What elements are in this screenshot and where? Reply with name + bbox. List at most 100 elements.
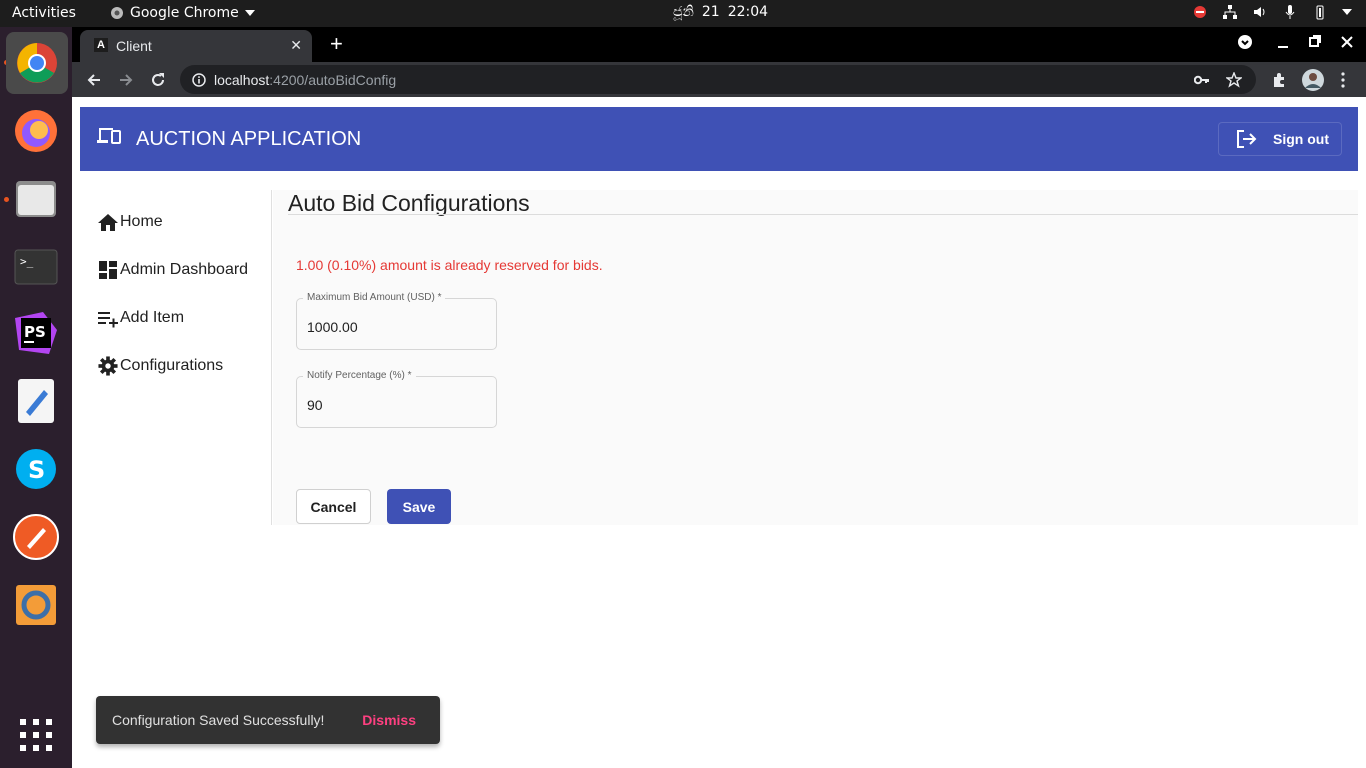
- angular-favicon-icon: A: [94, 38, 108, 52]
- system-tray[interactable]: [1192, 4, 1352, 20]
- postman-logo-icon: [13, 514, 59, 560]
- close-window-icon[interactable]: [1340, 34, 1354, 50]
- address-bar[interactable]: localhost:4200/autoBidConfig: [180, 65, 1256, 94]
- kebab-menu-icon[interactable]: [1340, 72, 1346, 88]
- new-tab-icon[interactable]: +: [330, 31, 343, 57]
- arrow-right-icon: [120, 74, 133, 86]
- back-button[interactable]: [82, 68, 106, 92]
- url-text: localhost:4200/autoBidConfig: [214, 72, 396, 88]
- terminal-logo-icon: >_: [14, 249, 58, 285]
- clock-date: ජූනි: [673, 4, 694, 20]
- grid-icon: [20, 719, 52, 751]
- logout-icon: [1237, 130, 1257, 148]
- dismiss-button[interactable]: Dismiss: [362, 712, 416, 728]
- clock-day: 21: [701, 4, 720, 20]
- nav-item-label: Configurations: [120, 357, 224, 374]
- tab-title: Client: [116, 38, 152, 54]
- title-divider: [288, 214, 1358, 215]
- profile-avatar[interactable]: [1301, 68, 1325, 92]
- chrome-logo-icon: [17, 43, 57, 83]
- nav-item-home[interactable]: Home: [97, 210, 163, 234]
- reload-button[interactable]: [146, 68, 170, 92]
- skype-icon[interactable]: S: [12, 445, 60, 493]
- chevron-down-icon: [244, 10, 255, 16]
- text-editor-logo-icon: [18, 379, 54, 423]
- svg-text:PS: PS: [24, 323, 46, 341]
- gear-icon: [98, 356, 118, 376]
- notify-percentage-input[interactable]: [307, 397, 477, 413]
- cancel-button[interactable]: Cancel: [296, 489, 371, 524]
- url-path: :4200/autoBidConfig: [269, 72, 397, 88]
- notify-percentage-label: Notify Percentage (%) *: [303, 370, 416, 381]
- chrome-icon[interactable]: [6, 32, 68, 94]
- clock-time: 22:04: [727, 4, 769, 20]
- svg-text:>_: >_: [20, 255, 34, 268]
- arrow-left-icon: [87, 74, 100, 86]
- minimize-icon[interactable]: [1276, 34, 1290, 50]
- snackbar-message: Configuration Saved Successfully!: [112, 712, 325, 728]
- app-menu[interactable]: Google Chrome: [110, 5, 255, 21]
- nav-item-add-item[interactable]: Add Item: [97, 306, 184, 330]
- merge-logo-icon: [16, 585, 56, 625]
- browser-toolbar: localhost:4200/autoBidConfig: [72, 62, 1366, 97]
- running-indicator: [4, 197, 9, 202]
- postman-icon[interactable]: [12, 513, 60, 561]
- nav-item-label: Add Item: [120, 309, 185, 326]
- nav-item-label: Home: [120, 213, 163, 230]
- nav-item-admin-dashboard[interactable]: Admin Dashboard: [97, 258, 248, 282]
- text-editor-icon[interactable]: [12, 377, 60, 425]
- max-bid-amount-label: Maximum Bid Amount (USD) *: [303, 292, 446, 303]
- key-icon[interactable]: [1194, 73, 1210, 87]
- sign-out-button[interactable]: Sign out: [1218, 122, 1342, 156]
- sign-out-label: Sign out: [1273, 131, 1329, 147]
- notify-percentage-field[interactable]: Notify Percentage (%) *: [296, 370, 497, 428]
- files-icon[interactable]: [12, 175, 60, 223]
- url-host: localhost: [214, 72, 270, 88]
- page-title: Auto Bid Configurations: [288, 190, 530, 216]
- tab-search-icon[interactable]: [1237, 34, 1253, 50]
- devices-icon: [97, 128, 121, 144]
- svg-text:S: S: [28, 456, 45, 484]
- system-menu-chevron-icon: [1342, 9, 1352, 15]
- browser-tab-strip: A Client ✕ +: [72, 27, 1366, 62]
- skype-logo-icon: S: [16, 449, 56, 489]
- battery-icon: [1316, 5, 1324, 20]
- record-indicator-icon: [1194, 6, 1206, 18]
- phpstorm-icon[interactable]: PS: [12, 309, 60, 357]
- terminal-icon[interactable]: >_: [12, 243, 60, 291]
- max-bid-amount-input[interactable]: [307, 319, 477, 335]
- forward-button[interactable]: [114, 68, 138, 92]
- sublime-merge-icon[interactable]: [12, 581, 60, 629]
- network-icon: [1223, 5, 1237, 19]
- max-bid-amount-field[interactable]: Maximum Bid Amount (USD) *: [296, 292, 497, 350]
- extensions-puzzle-icon[interactable]: [1271, 72, 1287, 88]
- app-toolbar: AUCTION APPLICATION Sign out: [80, 107, 1358, 171]
- volume-icon: [1254, 7, 1265, 17]
- microphone-icon: [1285, 5, 1295, 19]
- close-tab-icon[interactable]: ✕: [290, 37, 302, 54]
- clock[interactable]: ජූනි 21 22:04: [673, 4, 768, 20]
- restore-icon[interactable]: [1308, 34, 1322, 50]
- browser-tab[interactable]: A Client ✕: [80, 30, 312, 62]
- side-navigation: Home Admin Dashboard Add Item Configurat…: [80, 190, 272, 525]
- nav-item-label: Admin Dashboard: [120, 261, 249, 278]
- activities-button[interactable]: Activities: [12, 5, 76, 21]
- home-icon: [98, 214, 118, 231]
- dock: >_ PS S: [0, 27, 72, 768]
- bookmark-star-icon[interactable]: [1226, 72, 1242, 88]
- system-top-bar: Activities Google Chrome ජූනි 21 22:04: [0, 0, 1366, 27]
- playlist-add-icon: [98, 312, 118, 328]
- info-icon[interactable]: [192, 73, 206, 87]
- nav-item-configurations[interactable]: Configurations: [97, 354, 223, 378]
- reload-icon: [152, 73, 164, 86]
- firefox-logo-icon: [15, 110, 57, 152]
- app-title: AUCTION APPLICATION: [136, 128, 362, 150]
- dashboard-icon: [99, 261, 117, 279]
- app-grid-icon[interactable]: [12, 711, 60, 759]
- app-menu-label: Google Chrome: [130, 5, 239, 21]
- chrome-small-icon: [111, 7, 123, 19]
- firefox-icon[interactable]: [12, 107, 60, 155]
- phpstorm-logo-icon: PS: [15, 312, 57, 354]
- save-button[interactable]: Save: [387, 489, 451, 524]
- main-content: Auto Bid Configurations 1.00 (0.10%) amo…: [273, 190, 1358, 525]
